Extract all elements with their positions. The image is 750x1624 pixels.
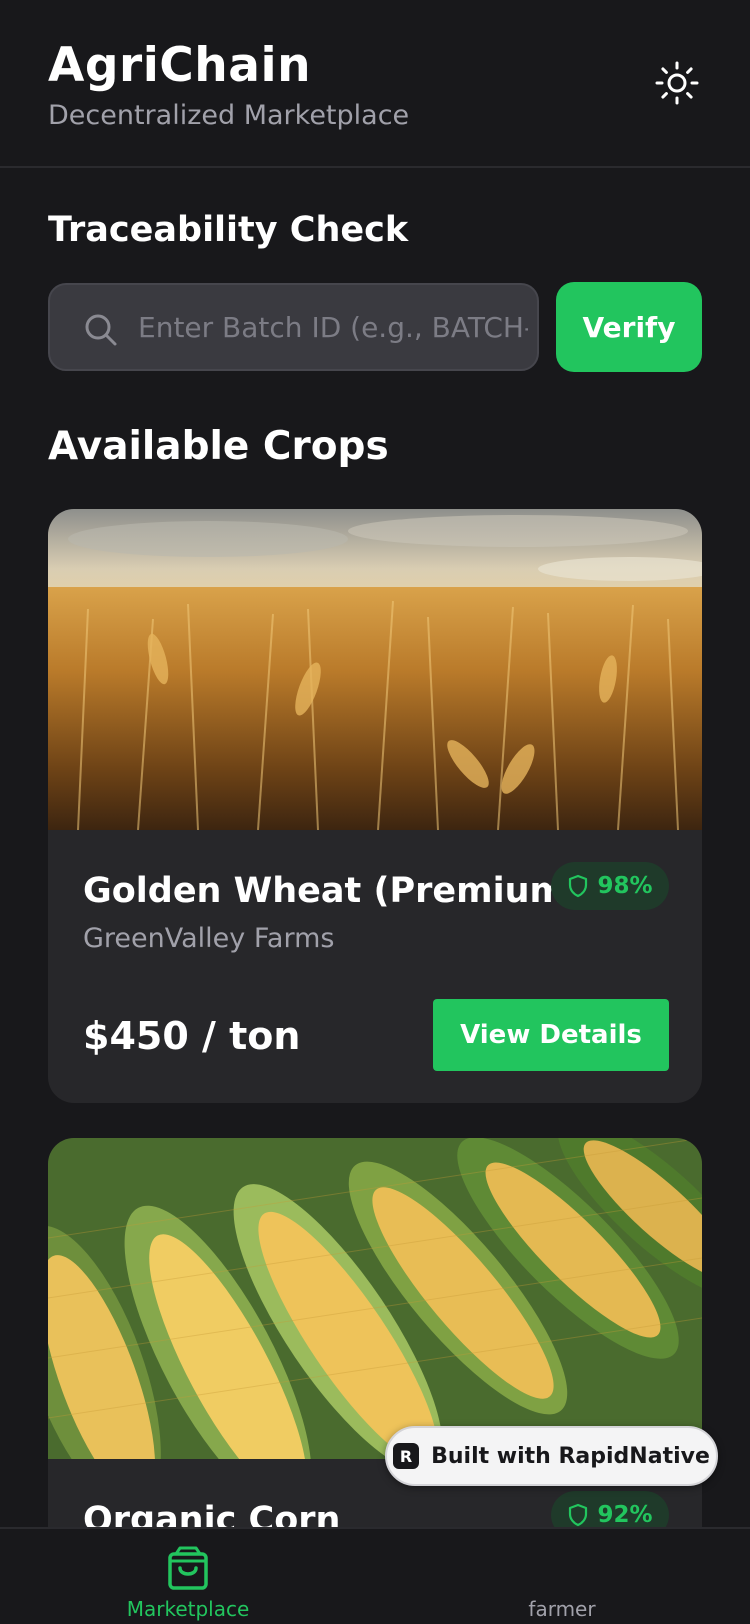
farm-name: GreenValley Farms [83, 923, 335, 954]
nav-label-marketplace: Marketplace [126, 1597, 250, 1621]
app-header: AgriChain Decentralized Marketplace [0, 0, 750, 168]
search-icon [85, 314, 117, 346]
verify-button[interactable]: Verify [556, 282, 702, 372]
sun-icon [655, 61, 699, 105]
traceability-title: Traceability Check [48, 210, 409, 250]
wheat-field-photo [48, 509, 702, 830]
nav-item-marketplace[interactable]: Marketplace [88, 1529, 288, 1624]
crop-price: $450 / ton [83, 1014, 301, 1058]
crop-name: Golden Wheat (Premium) [83, 871, 582, 911]
rapidnative-logo-icon: R [393, 1443, 420, 1469]
built-with-label: Built with RapidNative [431, 1443, 710, 1469]
quality-score: 98% [597, 873, 653, 899]
nav-label-farmer: farmer [528, 1597, 596, 1621]
theme-toggle-button[interactable] [652, 58, 702, 108]
batch-search-box [48, 283, 539, 371]
shopping-bag-icon [168, 1546, 208, 1590]
view-details-button[interactable]: View Details [433, 999, 669, 1071]
built-with-badge[interactable]: R Built with RapidNative [385, 1426, 718, 1486]
shield-icon [569, 874, 588, 898]
app-subtitle: Decentralized Marketplace [48, 100, 410, 131]
corn-cobs-photo [48, 1138, 702, 1459]
quality-score: 92% [597, 1502, 653, 1528]
bottom-nav: Marketplace farmer [0, 1527, 750, 1624]
app-title: AgriChain [48, 38, 312, 93]
crop-card[interactable]: Golden Wheat (Premium) 98% GreenValley F… [48, 509, 702, 1103]
batch-id-input[interactable] [138, 285, 528, 369]
quality-score-badge: 98% [551, 862, 669, 910]
shield-icon [569, 1503, 588, 1527]
crops-title: Available Crops [48, 424, 389, 469]
nav-item-farmer[interactable]: farmer [462, 1529, 662, 1624]
